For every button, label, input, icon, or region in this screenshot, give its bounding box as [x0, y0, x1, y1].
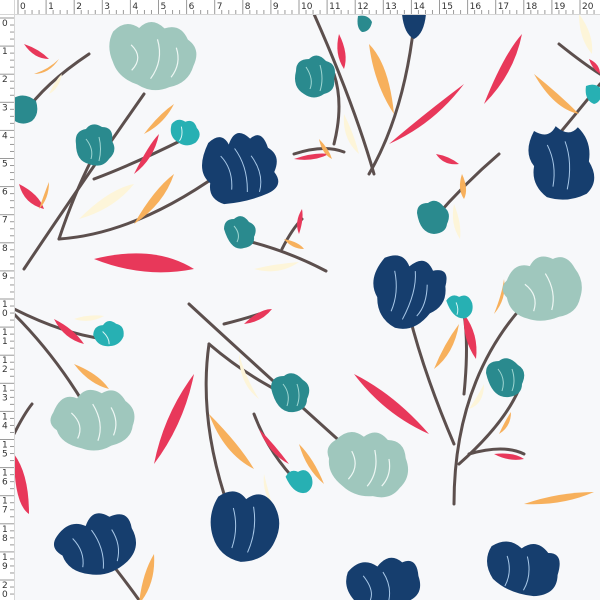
ruler-top-label: 18 [526, 2, 538, 12]
pattern-preview: 0 1 2 3 4 5 6 7 8 9 10 11 12 13 14 15 16 17 18 19 20 0123456… [0, 0, 600, 600]
ruler-top-label: 12 [357, 2, 368, 12]
ruler-left-label: 8 [2, 244, 8, 254]
ruler-left-label: 2 [2, 75, 8, 85]
ruler-top-label: 20 [582, 2, 594, 12]
ruler-top-label: 17 [498, 2, 509, 12]
ruler-top-label: 11 [329, 2, 340, 12]
ruler-top-label: 14 [413, 2, 425, 12]
ruler-left-label: 1 [2, 47, 8, 57]
ruler-top-label: 13 [385, 2, 396, 12]
ruler-left-label: 4 [2, 421, 8, 431]
ruler-left-label: 1 [2, 337, 8, 347]
ruler-corner [0, 0, 15, 15]
ruler-left-label: 0 [2, 590, 8, 600]
ruler-left-label: 7 [2, 506, 8, 516]
ruler-left-label: 5 [2, 160, 8, 170]
ruler-vertical: 01234567891011121314151617181920 [0, 0, 15, 600]
ruler-left-label: 3 [2, 393, 8, 403]
floral-pattern-canvas [14, 14, 600, 600]
ruler-top-label: 16 [470, 2, 482, 12]
ruler-horizontal: 0 1 2 3 4 5 6 7 8 9 10 11 12 13 14 15 16 17 18 19 20 [0, 0, 600, 15]
ruler-left-label: 6 [2, 188, 8, 198]
ruler-left-label: 0 [2, 19, 8, 29]
ruler-left-label: 5 [2, 450, 8, 460]
ruler-top-label: 10 [301, 2, 313, 12]
ruler-left-label: 4 [2, 131, 8, 141]
ruler-left-label: 9 [2, 272, 8, 282]
ruler-left-label: 3 [2, 103, 8, 113]
ruler-left-label: 2 [2, 365, 8, 375]
ruler-left-label: 6 [2, 478, 8, 488]
ruler-top-label: 15 [442, 2, 453, 12]
ruler-top-label: 19 [554, 2, 566, 12]
ruler-left-label: 8 [2, 534, 8, 544]
ruler-left-label: 9 [2, 562, 8, 572]
teal-flower [75, 124, 115, 166]
ruler-left-label: 7 [2, 216, 8, 226]
ruler-left-label: 0 [2, 309, 8, 319]
